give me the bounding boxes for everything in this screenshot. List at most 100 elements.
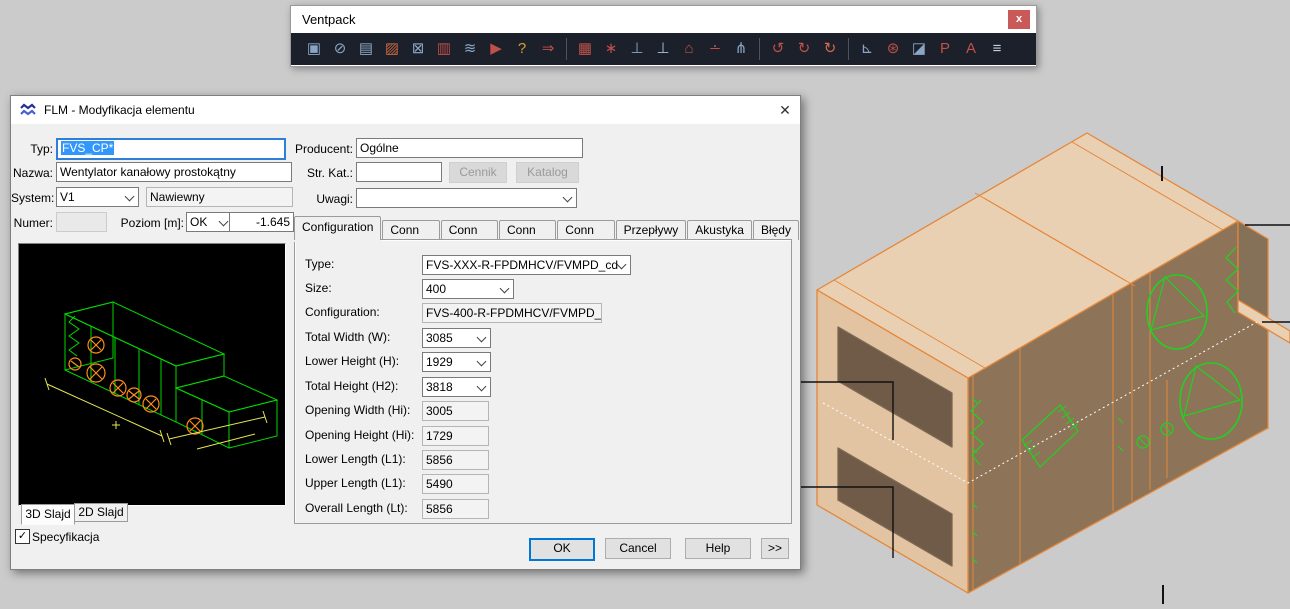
chevron-down-icon (477, 357, 487, 367)
tab-2d-slajd[interactable]: 2D Slajd (74, 503, 128, 522)
cancel-button[interactable]: Cancel (605, 538, 671, 559)
numer-label: Numer: (11, 215, 53, 231)
preview-wireframe (19, 244, 285, 505)
upper-length-field: 5490 (422, 474, 489, 494)
nazwa-input[interactable]: Wentylator kanałowy prostokątny (56, 162, 292, 182)
tab-3d-slajd[interactable]: 3D Slajd (21, 504, 75, 525)
system-label: System: (11, 190, 53, 206)
edit-text-icon[interactable]: A (958, 37, 984, 61)
uwagi-label: Uwagi: (273, 191, 353, 207)
size-combobox[interactable]: 400 (422, 279, 514, 299)
tab-bledy[interactable]: Błędy (753, 220, 799, 240)
strkat-input[interactable] (356, 162, 442, 182)
tab-conn-2[interactable]: Conn #2 (441, 220, 498, 240)
chevron-down-icon (219, 217, 229, 227)
config-label: Configuration: (305, 305, 380, 319)
list-icon[interactable]: ≡ (984, 37, 1010, 61)
help-button[interactable]: Help (685, 538, 751, 559)
specyfikacja-checkbox[interactable]: ✓ (15, 529, 30, 544)
toolbar-titlebar[interactable]: Ventpack x (291, 6, 1036, 33)
configuration-panel: Type: FVS-XXX-R-FPDMHCV/FVMPD_cd Size: 4… (294, 239, 792, 524)
roof-hood-icon[interactable]: ⌂ (676, 37, 702, 61)
uwagi-combobox[interactable] (356, 188, 577, 208)
tab-akustyka[interactable]: Akustyka (687, 220, 752, 240)
more-button[interactable]: >> (761, 538, 789, 559)
opening-height-field: 1729 (422, 426, 489, 446)
ok-button[interactable]: OK (529, 538, 595, 561)
numer-field (56, 212, 107, 232)
coil-duct-icon[interactable]: ≋ (457, 37, 483, 61)
oval-duct-icon[interactable]: ⊘ (327, 37, 353, 61)
duct-box-icon[interactable]: ▣ (301, 37, 327, 61)
rotate-90-icon[interactable]: ↻ (817, 37, 843, 61)
chevron-down-icon (477, 333, 487, 343)
toolbar-close-button[interactable]: x (1008, 10, 1030, 29)
key-element-icon[interactable]: ⊠ (405, 37, 431, 61)
configuration-field: FVS-400-R-FPDMHCV/FVMPD_cd (422, 303, 602, 323)
config-label: Opening Height (Hi): (305, 428, 414, 442)
lower-height-combobox[interactable]: 1929 (422, 352, 491, 372)
system-combobox[interactable]: V1 (56, 187, 139, 207)
config-label: Total Height (H2): (305, 379, 398, 393)
config-label: Type: (305, 257, 334, 271)
trowel-icon[interactable]: ◪ (906, 37, 932, 61)
toolbar-separator (566, 38, 567, 60)
katalog-button[interactable]: Katalog (516, 162, 579, 183)
tab-conn-1[interactable]: Conn #1 (382, 220, 439, 240)
wrench-icon[interactable]: ⊾ (854, 37, 880, 61)
dialog-tabstrip: Configuration Conn #1 Conn #2 Conn #3 Co… (294, 220, 800, 240)
chevron-down-icon (500, 284, 510, 294)
chevron-down-icon (563, 193, 573, 203)
cennik-button[interactable]: Cennik (449, 162, 507, 183)
tee-duct-2-icon[interactable]: ⊥ (650, 37, 676, 61)
dialog-titlebar[interactable]: FLM - Modyfikacja elementu ✕ (11, 96, 800, 124)
config-label: Lower Height (H): (305, 354, 399, 368)
config-label: Lower Length (L1): (305, 452, 406, 466)
lower-length-field: 5856 (422, 450, 489, 470)
tab-conn-3[interactable]: Conn #3 (499, 220, 556, 240)
producent-input[interactable]: Ogólne (356, 138, 583, 158)
config-label: Opening Width (Hi): (305, 403, 410, 417)
toolbar-separator (848, 38, 849, 60)
rotate-axis-icon[interactable]: ↻ (791, 37, 817, 61)
app-logo-icon (20, 102, 36, 118)
rotate-left-icon[interactable]: ↺ (765, 37, 791, 61)
toolbar-title: Ventpack (302, 12, 1008, 27)
total-height-combobox[interactable]: 3818 (422, 377, 491, 397)
tab-conn-4[interactable]: Conn #4 (557, 220, 614, 240)
poziom-value-input[interactable]: -1.645 (229, 212, 294, 232)
opening-width-field: 3005 (422, 401, 489, 421)
total-width-combobox[interactable]: 3085 (422, 328, 491, 348)
poziom-status-combobox[interactable]: OK (186, 212, 233, 232)
ventpack-toolbar-window: Ventpack x ▣⊘▤▨⊠▥≋▶?⇒ ▦∗⊥⊥⌂∸⋔ ↺↻↻ ⊾⊛◪PA≡ (290, 5, 1037, 67)
chevron-down-icon (477, 382, 487, 392)
export-doc-icon[interactable]: ⇒ (535, 37, 561, 61)
heater-icon[interactable]: ▨ (379, 37, 405, 61)
tab-przeplywy[interactable]: Przepływy (616, 220, 687, 240)
specyfikacja-label: Specyfikacja (32, 529, 152, 545)
dialog-title: FLM - Modyfikacja elementu (44, 103, 770, 117)
help-box-icon[interactable]: ? (509, 37, 535, 61)
tee-duct-icon[interactable]: ⊥ (624, 37, 650, 61)
overall-length-field: 5856 (422, 499, 489, 519)
register-icon[interactable]: ▥ (431, 37, 457, 61)
ventpack-app: Ventpack x ▣⊘▤▨⊠▥≋▶?⇒ ▦∗⊥⊥⌂∸⋔ ↺↻↻ ⊾⊛◪PA≡… (0, 0, 1290, 609)
chevron-down-icon (617, 260, 627, 270)
toolbar-separator (759, 38, 760, 60)
damper-door-icon[interactable]: ▶ (483, 37, 509, 61)
tab-configuration[interactable]: Configuration (294, 216, 381, 240)
settings-icon[interactable]: ⊛ (880, 37, 906, 61)
poziom-label: Poziom [m]: (106, 215, 184, 231)
config-label: Overall Length (Lt): (305, 501, 408, 515)
air-unit-icon[interactable]: ▤ (353, 37, 379, 61)
dialog-close-icon[interactable]: ✕ (770, 98, 800, 122)
exhaust-hood-icon[interactable]: ∸ (702, 37, 728, 61)
grille-icon[interactable]: ▦ (572, 37, 598, 61)
typ-input[interactable]: FVS_CP* (56, 138, 286, 160)
element-preview-3d[interactable] (18, 243, 286, 506)
type-combobox[interactable]: FVS-XXX-R-FPDMHCV/FVMPD_cd (422, 255, 631, 275)
flm-dialog: FLM - Modyfikacja elementu ✕ Typ: FVS_CP… (10, 95, 801, 570)
diffuser-icon[interactable]: ∗ (598, 37, 624, 61)
flex-duct-icon[interactable]: ⋔ (728, 37, 754, 61)
edit-price-icon[interactable]: P (932, 37, 958, 61)
